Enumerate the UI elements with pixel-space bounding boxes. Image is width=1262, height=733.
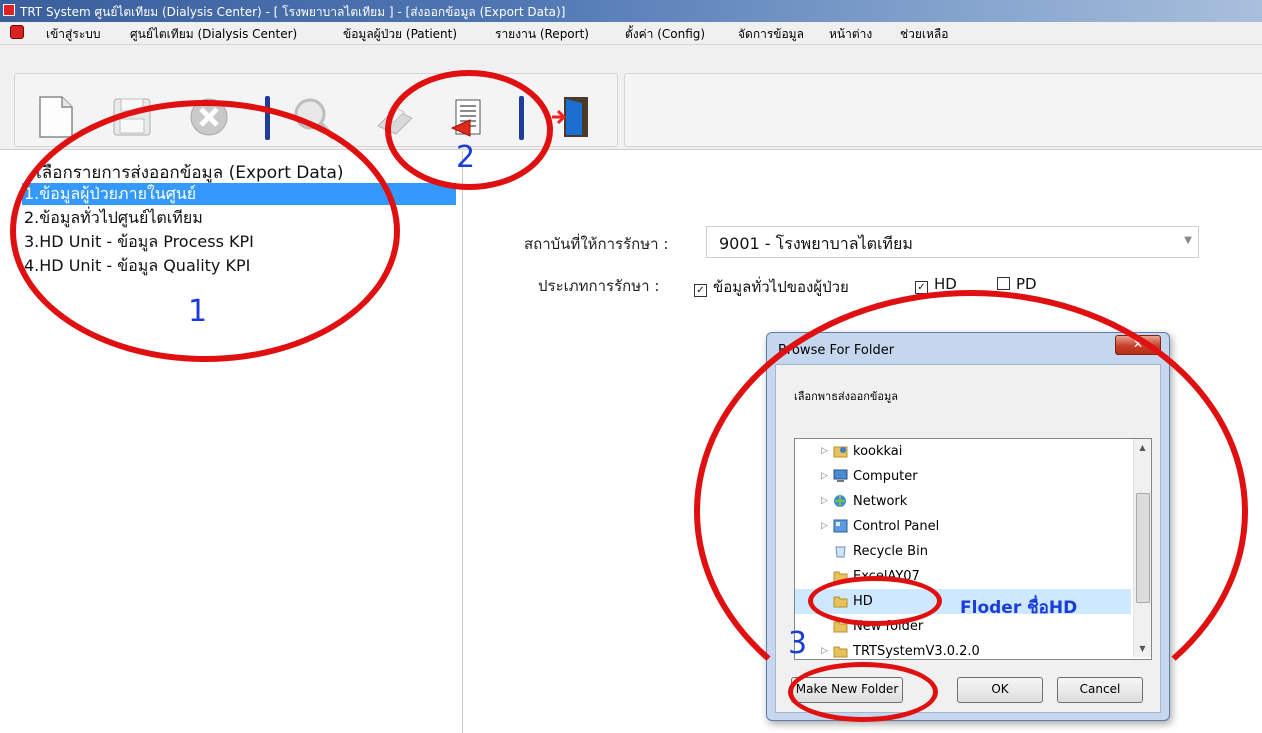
close-button[interactable]: ✕ — [1115, 335, 1161, 355]
new-icon[interactable] — [36, 95, 76, 139]
export-list-panel: เลือกรายการส่งออกข้อมูล (Export Data) 1.… — [0, 151, 463, 733]
scroll-thumb[interactable] — [1136, 493, 1150, 603]
toolbar-empty-area — [624, 73, 1262, 147]
export-icon[interactable] — [448, 98, 488, 140]
checkbox-box[interactable] — [997, 277, 1010, 290]
menu-manage-data[interactable]: จัดการข้อมูล — [738, 25, 804, 44]
scroll-down-icon[interactable]: ▼ — [1134, 640, 1151, 657]
tree-item[interactable]: ▷ TRTSystemV3.0.2.0 — [795, 639, 1131, 659]
pd-checkbox[interactable]: PD — [997, 275, 1037, 293]
annotation-number-1: 1 — [188, 294, 208, 329]
annotation-number-3: 3 — [788, 626, 808, 661]
institution-value: 9001 - โรงพยาบาลไตเทียม — [719, 234, 913, 253]
expand-icon[interactable]: ▷ — [821, 439, 828, 464]
menu-help[interactable]: ช่วยเหลือ — [900, 25, 949, 44]
computer-icon — [833, 469, 848, 482]
tree-item[interactable]: Recycle Bin — [795, 539, 1131, 564]
scroll-up-icon[interactable]: ▲ — [1134, 439, 1151, 456]
menu-window[interactable]: หน้าต่าง — [829, 25, 872, 44]
institution-label: สถาบันที่ให้การรักษา : — [524, 235, 669, 253]
menu-login[interactable]: เข้าสู่ระบบ — [46, 25, 101, 44]
tree-item[interactable]: ▷ Network — [795, 489, 1131, 514]
toolbar-separator — [265, 96, 270, 140]
folder-icon — [833, 596, 848, 608]
treatment-type-label: ประเภทการรักษา : — [538, 277, 660, 295]
expand-icon[interactable]: ▷ — [821, 639, 828, 659]
institution-select[interactable]: 9001 - โรงพยาบาลไตเทียม ▼ — [706, 226, 1199, 258]
list-item[interactable]: 3.HD Unit - ข้อมูล Process KPI — [22, 231, 456, 253]
tree-item[interactable]: ▷ Computer — [795, 464, 1131, 489]
save-icon — [113, 98, 151, 136]
export-list-heading: เลือกรายการส่งออกข้อมูล (Export Data) — [36, 163, 344, 183]
recycle-bin-icon — [835, 546, 846, 558]
browse-folder-dialog: Browse For Folder ✕ เลือกพาธส่งออกข้อมูล… — [766, 332, 1170, 721]
dialog-instruction: เลือกพาธส่งออกข้อมูล — [794, 390, 898, 403]
annotation-number-2: 2 — [456, 140, 476, 175]
app-icon — [3, 4, 15, 16]
tree-item[interactable]: ▷ kookkai — [795, 439, 1131, 464]
menu-bar: เข้าสู่ระบบ ศูนย์ไตเทียม (Dialysis Cente… — [0, 22, 1262, 45]
tree-scrollbar[interactable]: ▲ ▼ — [1133, 439, 1151, 657]
title-bar: TRT System ศูนย์ไตเทียม (Dialysis Center… — [0, 0, 1262, 22]
network-icon — [834, 495, 846, 507]
tree-item[interactable]: ▷ Control Panel — [795, 514, 1131, 539]
dialog-body: เลือกพาธส่งออกข้อมูล ▷ kookkai ▷ Compute… — [775, 364, 1161, 713]
expand-icon[interactable]: ▷ — [821, 514, 828, 539]
chevron-down-icon[interactable]: ▼ — [1184, 235, 1192, 246]
folder-icon — [833, 571, 848, 583]
general-info-checkbox[interactable]: ✓ ข้อมูลทั่วไปของผู้ป่วย — [694, 275, 849, 299]
make-new-folder-button[interactable]: Make New Folder — [791, 677, 903, 703]
cancel-button[interactable]: Cancel — [1057, 677, 1143, 703]
menu-config[interactable]: ตั้งค่า (Config) — [625, 25, 705, 44]
menu-report[interactable]: รายงาน (Report) — [495, 25, 589, 44]
window-title: TRT System ศูนย์ไตเทียม (Dialysis Center… — [20, 5, 566, 19]
search-icon — [294, 98, 337, 141]
tree-item[interactable]: ExcelAY07 — [795, 564, 1131, 589]
delete-icon — [190, 98, 228, 136]
menu-patient[interactable]: ข้อมูลผู้ป่วย (Patient) — [343, 25, 457, 44]
folder-icon — [833, 646, 848, 658]
exit-icon[interactable] — [550, 95, 594, 139]
annotation-note: Floder ชื่อHD — [960, 598, 1078, 618]
list-item[interactable]: 4.HD Unit - ข้อมูล Quality KPI — [22, 255, 456, 277]
list-item[interactable]: 2.ข้อมูลทั่วไปศูนย์ไตเทียม — [22, 207, 456, 229]
list-item[interactable]: 1.ข้อมูลผู้ป่วยภายในศูนย์ — [22, 183, 456, 205]
hd-checkbox[interactable]: ✓ HD — [915, 275, 957, 294]
folder-icon — [833, 621, 848, 633]
checkbox-box[interactable]: ✓ — [694, 284, 707, 297]
control-panel-icon — [833, 519, 848, 533]
expand-icon[interactable]: ▷ — [821, 489, 828, 514]
toolbar-separator — [519, 96, 524, 140]
expand-icon[interactable]: ▷ — [821, 464, 828, 489]
print-icon — [377, 107, 413, 135]
menu-dialysis-center[interactable]: ศูนย์ไตเทียม (Dialysis Center) — [130, 25, 297, 44]
folder-tree[interactable]: ▷ kookkai ▷ Computer ▷ Network ▷ Control… — [794, 438, 1152, 660]
app-logo-icon[interactable] — [10, 25, 24, 39]
checkbox-box[interactable]: ✓ — [915, 281, 928, 294]
dialog-title: Browse For Folder — [778, 343, 895, 358]
user-folder-icon — [833, 446, 848, 458]
ok-button[interactable]: OK — [957, 677, 1043, 703]
